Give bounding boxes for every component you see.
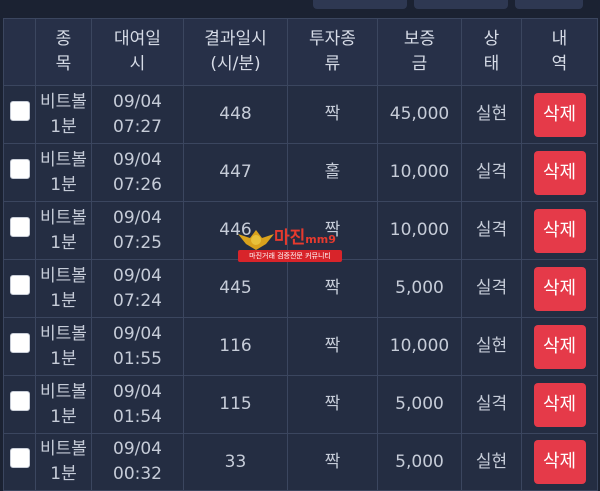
- table-row: 비트볼 1분 09/04 07:24 445 짝 5,000 실격 삭제: [3, 259, 598, 318]
- type-cell: 짝: [287, 259, 378, 318]
- type-cell: 짝: [287, 317, 378, 376]
- table-row: 비트볼 1분 09/04 00:32 33 짝 5,000 실현 삭제: [3, 433, 598, 491]
- type-cell: 짝: [287, 375, 378, 434]
- game-cell: 비트볼 1분: [35, 433, 92, 491]
- result-cell: 116: [183, 317, 288, 376]
- game-cell: 비트볼 1분: [35, 375, 92, 434]
- delete-button[interactable]: 삭제: [533, 440, 586, 484]
- action-cell: 삭제: [521, 259, 598, 318]
- row-select-cell: [3, 317, 36, 376]
- action-cell: 삭제: [521, 433, 598, 491]
- watermark-logo: 마진mm9 마진거래 검증전문 커뮤니티: [234, 226, 346, 264]
- delete-button[interactable]: 삭제: [533, 324, 586, 369]
- date-cell: 09/04 07:26: [91, 143, 184, 202]
- row-select-cell: [3, 85, 36, 144]
- delete-button[interactable]: 삭제: [533, 92, 586, 137]
- header-status: 상 태: [461, 18, 522, 86]
- status-cell: 실격: [461, 143, 522, 202]
- action-cell: 삭제: [521, 201, 598, 260]
- table-header-row: 종 목 대여일 시 결과일시 (시/분) 투자종 류 보증 금 상 태 내 역: [3, 18, 598, 86]
- row-checkbox[interactable]: [9, 100, 30, 121]
- game-cell: 비트볼 1분: [35, 143, 92, 202]
- row-select-cell: [3, 433, 36, 491]
- result-cell: 115: [183, 375, 288, 434]
- result-cell: 448: [183, 85, 288, 144]
- delete-button[interactable]: 삭제: [533, 208, 586, 253]
- top-tab-3[interactable]: [515, 0, 583, 9]
- result-cell: 33: [183, 433, 288, 491]
- date-cell: 09/04 07:24: [91, 259, 184, 318]
- action-cell: 삭제: [521, 317, 598, 376]
- row-select-cell: [3, 201, 36, 260]
- header-amount: 보증 금: [377, 18, 462, 86]
- table-row: 비트볼 1분 09/04 07:26 447 홀 10,000 실격 삭제: [3, 143, 598, 202]
- top-tab-1[interactable]: [313, 0, 407, 9]
- delete-button[interactable]: 삭제: [533, 150, 586, 195]
- watermark-subtitle: 마진거래 검증전문 커뮤니티: [238, 250, 342, 262]
- header-result-time: 결과일시 (시/분): [183, 18, 288, 86]
- row-checkbox[interactable]: [9, 274, 30, 295]
- amount-cell: 5,000: [377, 433, 462, 491]
- row-checkbox[interactable]: [9, 332, 30, 353]
- result-cell: 447: [183, 143, 288, 202]
- delete-button[interactable]: 삭제: [533, 382, 586, 427]
- top-tab-2[interactable]: [414, 0, 508, 9]
- status-cell: 실격: [461, 375, 522, 434]
- row-checkbox[interactable]: [9, 448, 30, 468]
- status-cell: 실격: [461, 201, 522, 260]
- table-row: 비트볼 1분 09/04 01:54 115 짝 5,000 실격 삭제: [3, 375, 598, 434]
- amount-cell: 5,000: [377, 375, 462, 434]
- amount-cell: 10,000: [377, 143, 462, 202]
- date-cell: 09/04 07:25: [91, 201, 184, 260]
- type-cell: 짝: [287, 433, 378, 491]
- row-checkbox[interactable]: [9, 216, 30, 237]
- status-cell: 실격: [461, 259, 522, 318]
- eagle-emblem-icon: [238, 230, 274, 250]
- row-select-cell: [3, 143, 36, 202]
- game-cell: 비트볼 1분: [35, 317, 92, 376]
- action-cell: 삭제: [521, 143, 598, 202]
- action-cell: 삭제: [521, 85, 598, 144]
- table-row: 비트볼 1분 09/04 01:55 116 짝 10,000 실현 삭제: [3, 317, 598, 376]
- date-cell: 09/04 01:54: [91, 375, 184, 434]
- top-strip: [0, 0, 600, 17]
- header-game: 종 목: [35, 18, 92, 86]
- amount-cell: 10,000: [377, 201, 462, 260]
- amount-cell: 5,000: [377, 259, 462, 318]
- status-cell: 실현: [461, 85, 522, 144]
- row-checkbox[interactable]: [9, 158, 30, 179]
- date-cell: 09/04 00:32: [91, 433, 184, 491]
- date-cell: 09/04 07:27: [91, 85, 184, 144]
- row-select-cell: [3, 259, 36, 318]
- date-cell: 09/04 01:55: [91, 317, 184, 376]
- type-cell: 짝: [287, 85, 378, 144]
- game-cell: 비트볼 1분: [35, 85, 92, 144]
- amount-cell: 45,000: [377, 85, 462, 144]
- header-date: 대여일 시: [91, 18, 184, 86]
- header-type: 투자종 류: [287, 18, 378, 86]
- status-cell: 실현: [461, 317, 522, 376]
- type-cell: 홀: [287, 143, 378, 202]
- action-cell: 삭제: [521, 375, 598, 434]
- result-cell: 445: [183, 259, 288, 318]
- watermark-title: 마진mm9: [274, 228, 336, 248]
- status-cell: 실현: [461, 433, 522, 491]
- delete-button[interactable]: 삭제: [533, 266, 586, 311]
- header-action: 내 역: [521, 18, 598, 86]
- header-select: [3, 18, 36, 86]
- table-row: 비트볼 1분 09/04 07:27 448 짝 45,000 실현 삭제: [3, 85, 598, 144]
- row-select-cell: [3, 375, 36, 434]
- game-cell: 비트볼 1분: [35, 201, 92, 260]
- game-cell: 비트볼 1분: [35, 259, 92, 318]
- amount-cell: 10,000: [377, 317, 462, 376]
- row-checkbox[interactable]: [9, 390, 30, 411]
